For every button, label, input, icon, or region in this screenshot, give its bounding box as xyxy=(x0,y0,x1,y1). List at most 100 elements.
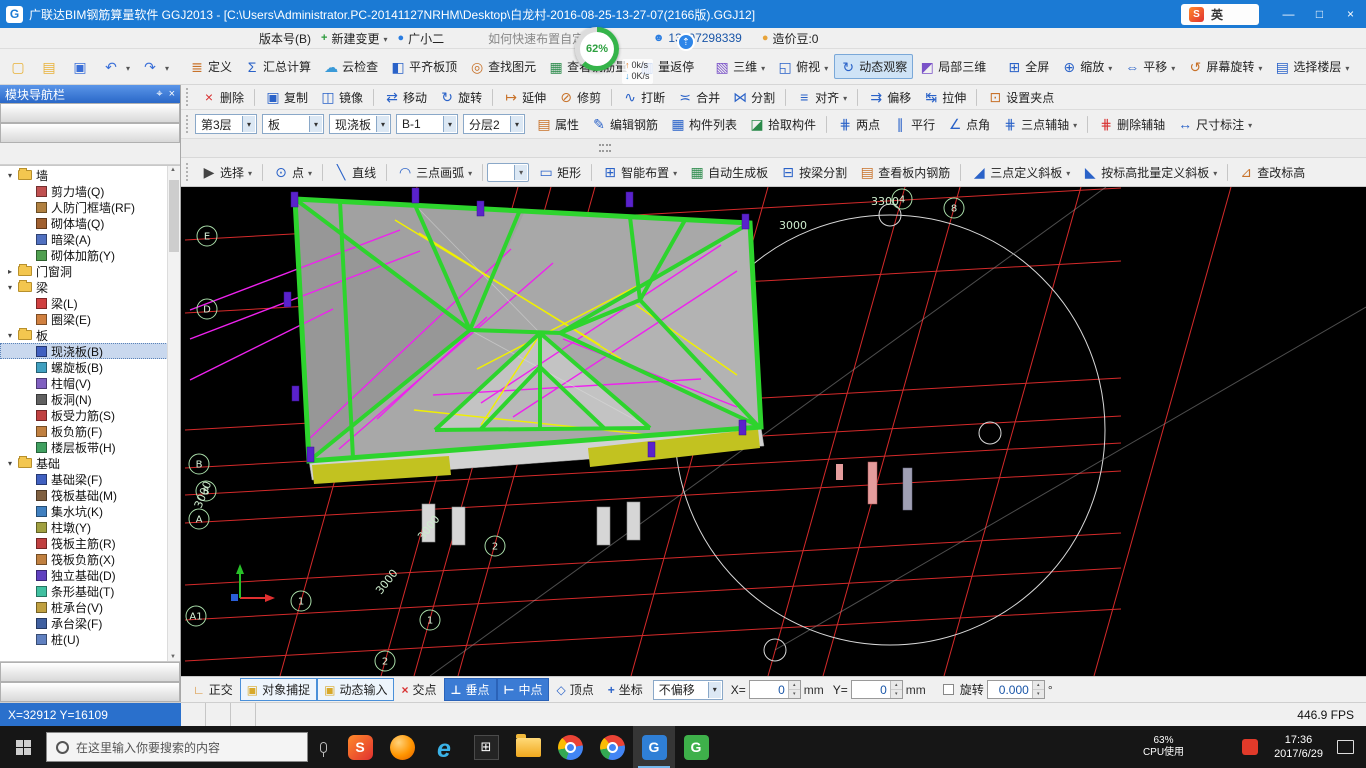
menu-item[interactable] xyxy=(116,36,130,40)
taskbar-search[interactable]: 在这里输入你要搜索的内容 xyxy=(46,732,308,762)
chevron-down-icon[interactable] xyxy=(443,116,456,132)
toolbar-button[interactable]: ↔ 尺寸标注 xyxy=(1171,112,1258,137)
tree-item[interactable]: 板洞(N) xyxy=(0,391,180,407)
toolbar-button[interactable]: ▤ 查看板内钢筋 xyxy=(853,160,956,185)
download-progress-overlay[interactable]: 62% ↑0k/s ↓0K/s ⇡ xyxy=(575,27,709,81)
menu-plugin-item[interactable]: ● 广小二 xyxy=(392,30,449,47)
menu-plugin-item[interactable]: + 新建变更 xyxy=(316,30,392,47)
toolbar-button[interactable]: ▤ xyxy=(35,56,66,78)
pin-icon[interactable]: ⌖ xyxy=(156,88,162,101)
toolbar-button[interactable]: ↷ xyxy=(136,56,175,78)
tree-item[interactable]: 砌体墙(Q) xyxy=(0,215,180,231)
toolbar-button[interactable] xyxy=(1227,164,1228,181)
toolbar-button[interactable]: ⊕ 缩放 xyxy=(1055,54,1118,79)
close-icon[interactable]: × xyxy=(169,88,175,101)
angle-input[interactable]: 0.000 xyxy=(987,680,1045,699)
toolbar-button[interactable]: ▧ 三维 xyxy=(708,54,771,79)
menu-item[interactable] xyxy=(74,36,88,40)
menu-item[interactable] xyxy=(60,36,74,40)
tree-item[interactable]: 暗梁(A) xyxy=(0,231,180,247)
toolbar-grip[interactable] xyxy=(186,88,190,106)
spinner[interactable] xyxy=(788,681,800,698)
toolbar-button[interactable]: ↺ 屏幕旋转 xyxy=(1181,54,1268,79)
toolbar-button[interactable] xyxy=(322,164,323,181)
menu-item[interactable] xyxy=(18,36,32,40)
menu-plugin-item[interactable]: 版本号(B) xyxy=(250,30,316,47)
rotate-checkbox[interactable] xyxy=(943,684,954,695)
taskbar-app-icon[interactable] xyxy=(507,726,549,768)
toolbar-button[interactable] xyxy=(254,89,255,106)
notification-center-icon[interactable] xyxy=(1337,740,1354,754)
toolbar-button[interactable]: ◎ 查找图元 xyxy=(463,54,542,79)
tree-item[interactable]: 剪力墙(Q) xyxy=(0,183,180,199)
toolbar-button[interactable]: ▣ 复制 xyxy=(259,85,314,110)
toolbar-button[interactable]: ⊙ 点 xyxy=(267,160,318,185)
toolbar-button[interactable]: ⊿ 查改标高 xyxy=(1232,160,1311,185)
toolbar-button[interactable]: ◣ 按标高批量定义斜板 xyxy=(1076,160,1223,185)
toolbar-button[interactable]: ⊞ 全屏 xyxy=(1000,54,1055,79)
chevron-down-icon[interactable] xyxy=(309,116,322,132)
toolbar-button[interactable]: ∥ 平行 xyxy=(886,112,941,137)
spinner[interactable] xyxy=(890,681,902,698)
chevron-down-icon[interactable] xyxy=(242,116,255,132)
toolbar-button[interactable]: ≣ 定义 xyxy=(183,54,238,79)
snap-toggle-button[interactable]: ∟ 正交 xyxy=(186,678,240,701)
dropdown-select[interactable]: 现浇板 xyxy=(329,114,391,134)
tree-item[interactable]: 桩(U) xyxy=(0,631,180,647)
accelerate-badge[interactable]: ⇡ xyxy=(677,33,695,51)
tree-item[interactable]: 楼层板带(H) xyxy=(0,439,180,455)
toolbar-button[interactable]: ◱ 俯视 xyxy=(771,54,834,79)
spinner[interactable] xyxy=(1032,681,1044,698)
toolbar-button[interactable] xyxy=(976,89,977,106)
snap-toggle-button[interactable]: ⊢ 中点 xyxy=(497,678,550,701)
toolbar-button[interactable]: ◠ 三点画弧 xyxy=(391,160,478,185)
toolbar-button[interactable]: ↹ 拉伸 xyxy=(917,85,972,110)
tree-item[interactable]: 柱帽(V) xyxy=(0,375,180,391)
tree-item[interactable]: 墙 xyxy=(0,167,180,183)
tree-item[interactable]: 筏板负筋(X) xyxy=(0,551,180,567)
toolbar-button[interactable]: × 删除 xyxy=(195,85,250,110)
toolbar-button[interactable] xyxy=(373,89,374,106)
cpu-widget[interactable]: 63% CPU使用 xyxy=(1143,735,1184,759)
progress-ring[interactable]: 62% xyxy=(575,27,619,71)
taskbar-clock[interactable]: 17:36 2017/6/29 xyxy=(1264,733,1333,762)
toolbar-button[interactable]: ⋕ 两点 xyxy=(831,112,886,137)
toolbar-button[interactable]: ▶ 选择 xyxy=(195,160,258,185)
toolbar-button[interactable] xyxy=(492,89,493,106)
toolbar-button[interactable]: ▣ xyxy=(66,56,97,78)
sidebar-bottom-button[interactable] xyxy=(0,682,180,702)
tree-item[interactable]: 梁 xyxy=(0,279,180,295)
menu-item[interactable] xyxy=(32,36,46,40)
menu-item[interactable] xyxy=(88,36,102,40)
toolbar-button[interactable]: ⊟ 按梁分割 xyxy=(774,160,853,185)
toolbar-button[interactable]: ∿ 打断 xyxy=(616,85,671,110)
toolbar-button[interactable]: ⋕ 删除辅轴 xyxy=(1092,112,1171,137)
tree-item[interactable]: 砌体加筋(Y) xyxy=(0,247,180,263)
toolbar-grip[interactable] xyxy=(186,163,190,181)
tree-item[interactable]: 筏板主筋(R) xyxy=(0,535,180,551)
toolbar-button[interactable] xyxy=(826,116,827,133)
snap-toggle-button[interactable]: ▣ 动态输入 xyxy=(317,678,394,701)
tree-item[interactable]: 筏板基础(M) xyxy=(0,487,180,503)
taskbar-app-icon[interactable]: G xyxy=(633,726,675,768)
toolbar-button[interactable]: ▦ 自动生成板 xyxy=(683,160,774,185)
taskbar-app-icon[interactable] xyxy=(591,726,633,768)
snap-toggle-button[interactable]: × 交点 xyxy=(394,678,443,701)
toolbar-button[interactable]: ↶ xyxy=(97,56,136,78)
toolbar-button[interactable]: ✎ 编辑钢筋 xyxy=(585,112,664,137)
minimize-button[interactable]: — xyxy=(1273,0,1304,28)
toolbar-button[interactable]: ☁ 云检查 xyxy=(317,54,384,79)
toolbar-button[interactable]: ⇉ 偏移 xyxy=(862,85,917,110)
toolbar-button[interactable]: ╲ 直线 xyxy=(327,160,382,185)
toolbar-button[interactable] xyxy=(386,164,387,181)
toolbar-button[interactable]: ⊡ 设置夹点 xyxy=(981,85,1060,110)
tree-item[interactable]: 条形基础(T) xyxy=(0,583,180,599)
dropdown-select[interactable]: 第3层 xyxy=(195,114,257,134)
toolbar-button[interactable]: Σ 汇总计算 xyxy=(238,54,317,79)
mic-icon[interactable] xyxy=(320,742,327,753)
toolbar-button[interactable]: ◧ 平齐板顶 xyxy=(384,54,463,79)
toolbar-button[interactable]: ⋈ 分割 xyxy=(726,85,781,110)
start-button[interactable] xyxy=(0,726,46,768)
menu-item[interactable] xyxy=(4,36,18,40)
tree-item[interactable]: 板负筋(F) xyxy=(0,423,180,439)
